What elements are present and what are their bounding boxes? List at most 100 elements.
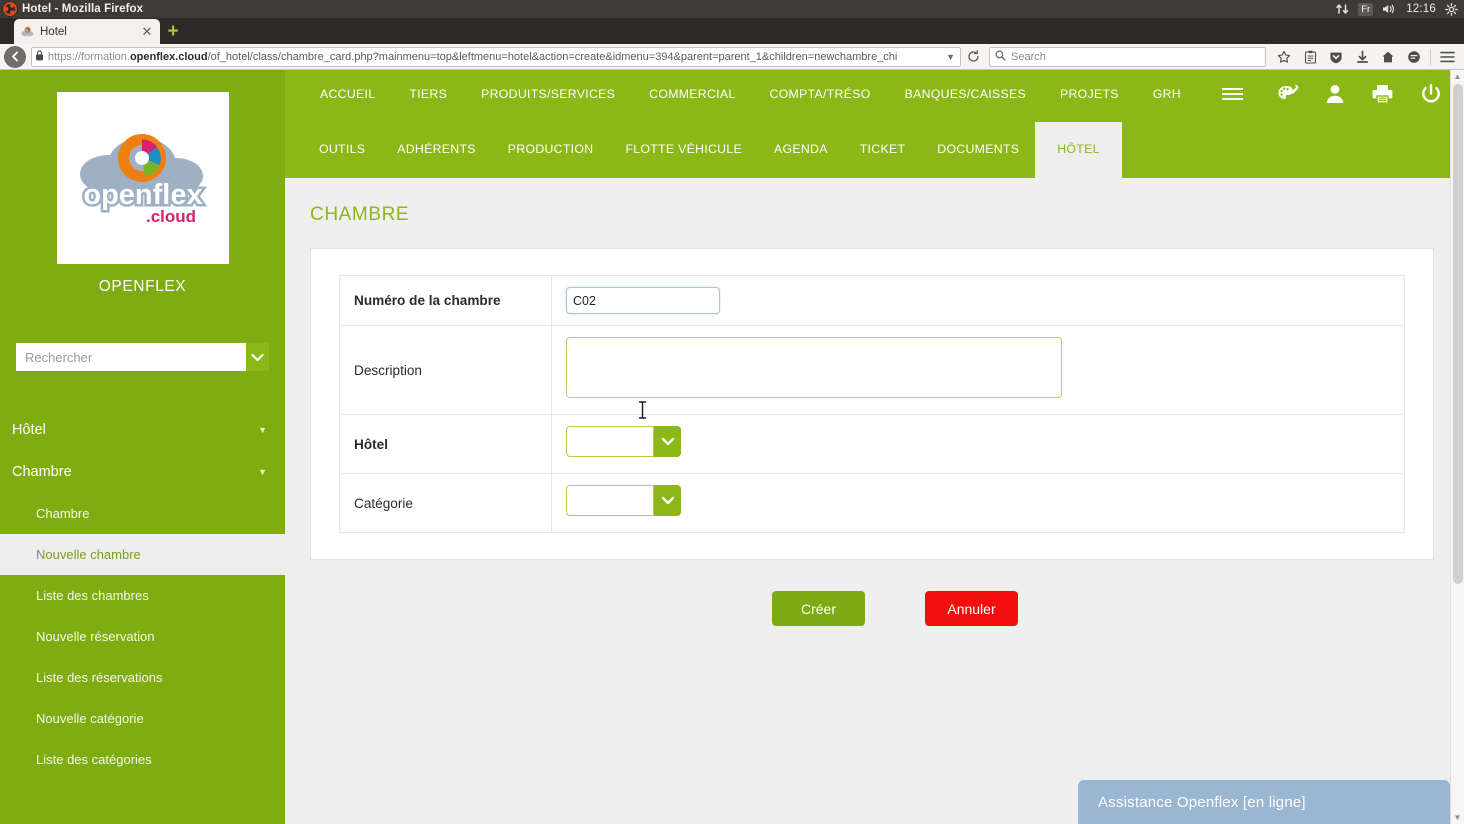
power-icon[interactable] [1420, 83, 1442, 105]
label-categorie: Catégorie [339, 473, 552, 533]
download-arrow-icon[interactable] [1349, 46, 1375, 68]
chevron-down-icon[interactable] [246, 343, 269, 371]
sidebar-item-liste-des-categories[interactable]: Liste des catégories [0, 739, 285, 780]
url-text: https://formation.openflex.cloud/of_hote… [48, 50, 898, 63]
field-numero-de-la-chambre [551, 275, 1405, 326]
topnav-tab-adherents[interactable]: ADHÉRENTS [381, 142, 492, 178]
reader-list-icon[interactable] [1297, 46, 1323, 68]
reload-icon[interactable] [964, 50, 982, 63]
chevron-down-icon[interactable] [654, 426, 681, 457]
window-title: Hotel - Mozilla Firefox [22, 3, 144, 15]
sidebar-item-liste-des-chambres[interactable]: Liste des chambres [0, 575, 285, 616]
sidebar-menu: Hôtel ▼ Chambre ▼ Chambre Nouvelle chamb… [0, 409, 285, 780]
user-icon[interactable] [1325, 83, 1345, 105]
topnav-tab-production[interactable]: PRODUCTION [492, 142, 610, 178]
topnav-item-produits-services[interactable]: PRODUITS/SERVICES [464, 87, 632, 101]
topnav-action-icons [1275, 83, 1464, 105]
chat-bubble-icon[interactable] [1401, 46, 1427, 68]
page-title: CHAMBRE [310, 204, 410, 225]
search-input[interactable] [16, 343, 246, 371]
hamburger-menu-icon[interactable] [1198, 88, 1263, 100]
clock[interactable]: 12:16 [1406, 3, 1436, 15]
network-updown-icon[interactable] [1336, 3, 1349, 15]
top-navigation-primary: ACCUEIL TIERS PRODUITS/SERVICES COMMERCI… [285, 70, 1464, 118]
home-icon[interactable] [1375, 46, 1401, 68]
tab-title: Hotel [40, 25, 67, 38]
os-title-bar: Hotel - Mozilla Firefox Fr 12:16 [0, 0, 1464, 18]
search-bar[interactable]: Search [989, 46, 1266, 67]
topnav-tab-agenda[interactable]: AGENDA [758, 142, 844, 178]
svg-text:.cloud: .cloud [145, 207, 195, 226]
content-area: ACCUEIL TIERS PRODUITS/SERVICES COMMERCI… [285, 70, 1464, 824]
top-navigation-secondary: OUTILS ADHÉRENTS PRODUCTION FLOTTE VÉHIC… [285, 118, 1464, 178]
sidebar-group-chambre[interactable]: Chambre ▼ [0, 451, 285, 493]
chambre-form: Numéro de la chambre Description Hôtel [339, 275, 1405, 533]
sidebar-search [16, 343, 269, 371]
create-button[interactable]: Créer [772, 591, 865, 626]
hamburger-menu-icon[interactable] [1434, 46, 1460, 68]
topnav-item-projets[interactable]: PROJETS [1043, 87, 1136, 101]
topnav-item-commercial[interactable]: COMMERCIAL [632, 87, 752, 101]
new-tab-button[interactable]: + [160, 19, 186, 44]
topnav-item-banques-caisses[interactable]: BANQUES/CAISSES [888, 87, 1043, 101]
search-placeholder: Search [1011, 50, 1046, 63]
sidebar-item-liste-des-reservations[interactable]: Liste des réservations [0, 657, 285, 698]
topnav-tab-documents[interactable]: DOCUMENTS [921, 142, 1035, 178]
label-numero-de-la-chambre: Numéro de la chambre [339, 275, 552, 326]
browser-toolbar-icons [1271, 46, 1460, 68]
printer-icon[interactable] [1371, 83, 1394, 105]
browser-toolbar: https://formation.openflex.cloud/of_hote… [0, 44, 1464, 70]
sidebar-item-nouvelle-categorie[interactable]: Nouvelle catégorie [0, 698, 285, 739]
address-bar[interactable]: https://formation.openflex.cloud/of_hote… [31, 46, 961, 67]
toolbar-divider [1430, 48, 1431, 65]
topnav-item-grh[interactable]: GRH [1136, 87, 1198, 101]
search-icon [995, 48, 1006, 66]
system-tray: Fr 12:16 [1336, 0, 1458, 18]
palette-brush-icon[interactable] [1275, 83, 1299, 105]
openflex-logo[interactable]: openflex .cloud [56, 92, 229, 264]
gear-icon[interactable] [1445, 2, 1458, 16]
form-row-description: Description [339, 325, 1405, 415]
chevron-down-icon[interactable]: ▼ [944, 52, 957, 62]
topnav-tab-ticket[interactable]: TICKET [844, 142, 922, 178]
topnav-item-compta-treso[interactable]: COMPTA/TRÉSO [753, 87, 888, 101]
assistance-widget[interactable]: Assistance Openflex [en ligne] [1078, 780, 1450, 824]
form-row-categorie: Catégorie [339, 473, 1405, 533]
topnav-tab-outils[interactable]: OUTILS [303, 142, 381, 178]
padlock-icon [35, 50, 44, 64]
sidebar-group-label: Hôtel [12, 422, 46, 438]
topnav-item-accueil[interactable]: ACCUEIL [303, 87, 392, 101]
chevron-down-icon[interactable] [654, 485, 681, 516]
sidebar-item-nouvelle-reservation[interactable]: Nouvelle réservation [0, 616, 285, 657]
star-bookmark-icon[interactable] [1271, 46, 1297, 68]
chevron-down-icon: ▼ [258, 467, 267, 477]
description-textarea[interactable] [566, 337, 1062, 398]
close-icon[interactable]: ✕ [140, 25, 154, 39]
sidebar-group-hotel[interactable]: Hôtel ▼ [0, 409, 285, 451]
volume-icon[interactable] [1382, 3, 1397, 15]
cancel-button[interactable]: Annuler [925, 591, 1018, 626]
categorie-select-value [566, 485, 654, 516]
pocket-shield-icon[interactable] [1323, 46, 1349, 68]
scrollbar-thumb[interactable] [1453, 84, 1463, 584]
browser-tab-strip: Hotel ✕ + [0, 18, 1464, 44]
form-row-hotel: Hôtel [339, 414, 1405, 474]
label-hotel: Hôtel [339, 414, 552, 474]
topnav-tab-flotte-vehicule[interactable]: FLOTTE VÉHICULE [609, 142, 758, 178]
categorie-select[interactable] [566, 485, 681, 516]
hotel-select-value [566, 426, 654, 457]
top-navigation: ACCUEIL TIERS PRODUITS/SERVICES COMMERCI… [285, 70, 1464, 178]
page-scrollbar[interactable]: ▲ ▼ [1450, 70, 1464, 824]
browser-tab[interactable]: Hotel ✕ [14, 19, 160, 44]
keyboard-layout-indicator[interactable]: Fr [1358, 2, 1374, 16]
back-arrow-icon[interactable] [4, 45, 26, 68]
scroll-up-icon[interactable]: ▲ [1451, 70, 1464, 83]
hotel-select[interactable] [566, 426, 681, 457]
topnav-tab-hotel[interactable]: HÔTEL [1035, 122, 1122, 178]
sidebar-item-nouvelle-chambre[interactable]: Nouvelle chambre [0, 534, 285, 575]
topnav-item-tiers[interactable]: TIERS [392, 87, 464, 101]
numero-chambre-input[interactable] [566, 287, 720, 314]
sidebar-item-chambre[interactable]: Chambre [0, 493, 285, 534]
scroll-down-icon[interactable]: ▼ [1451, 811, 1464, 824]
form-actions: Créer Annuler [772, 591, 1434, 626]
